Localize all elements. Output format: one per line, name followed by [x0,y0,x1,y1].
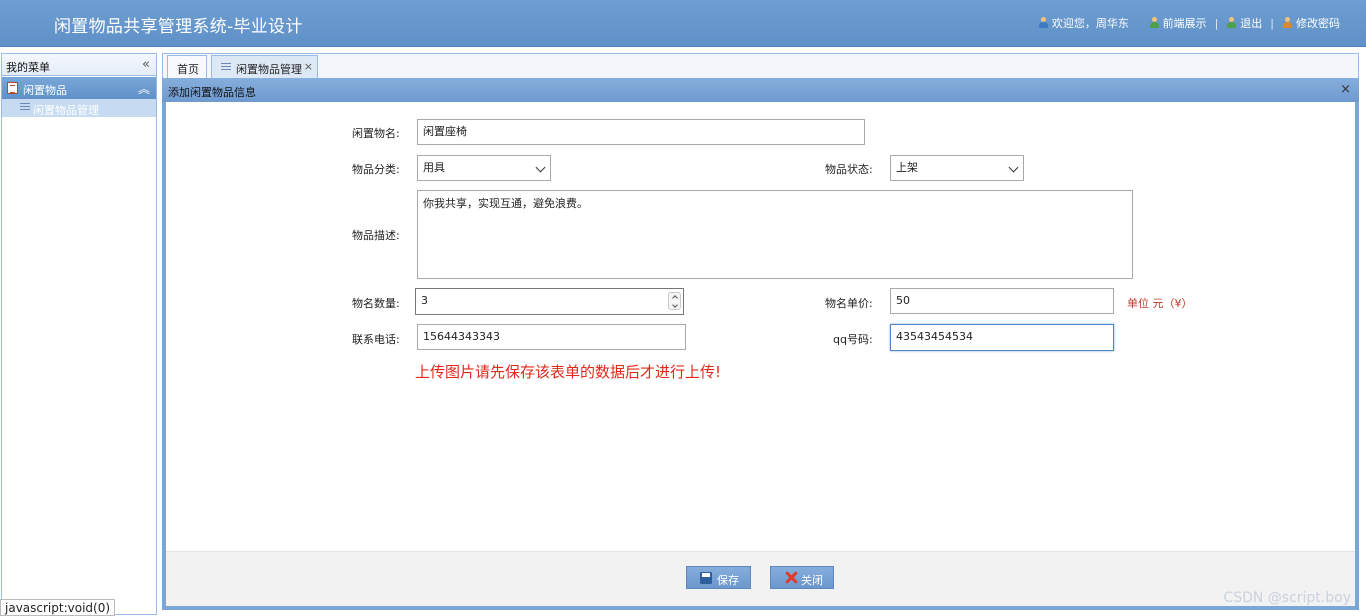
user-icon [1038,17,1049,29]
quantity-label: 物名数量: [352,297,400,310]
category-select[interactable]: 用具 [417,155,551,181]
sidebar-item-idle-items-management[interactable]: 闲置物品管理 [2,99,156,117]
name-input[interactable]: 闲置座椅 [417,119,865,145]
tab-label: 闲置物品管理 [236,63,302,76]
qq-label: qq号码: [833,333,873,346]
sidebar-group-label: 闲置物品 [23,84,67,97]
welcome-link[interactable]: 欢迎您，周华东 [1038,15,1129,31]
list-icon [221,63,231,72]
status-value: 上架 [896,161,918,174]
close-icon[interactable]: × [304,60,313,73]
separator: | [1270,16,1274,30]
sidebar-group-idle-items[interactable]: 闲置物品 ︽ [2,77,156,99]
close-icon [784,570,798,584]
qq-input[interactable]: 43543454534 [890,324,1114,351]
document-icon [7,82,18,94]
logout-icon [1226,17,1237,29]
sidebar-title: 我的菜单 [6,61,50,74]
tab-bar: 首页 闲置物品管理 × [162,53,1359,79]
status-label: 物品状态: [825,163,873,176]
phone-input[interactable]: 15644343343 [417,324,686,350]
phone-label: 联系电话: [352,333,400,346]
tab-idle-items-management[interactable]: 闲置物品管理 × [211,55,318,79]
panel-header: 添加闲置物品信息 × [162,78,1359,102]
watermark: CSDN @script.boy [1223,590,1351,606]
chevron-up-icon[interactable]: ︽ [138,80,150,97]
logout-text: 退出 [1240,17,1263,30]
close-button-label: 关闭 [801,574,823,587]
quantity-value: 3 [421,294,428,307]
sidebar-item-label: 闲置物品管理 [33,104,99,117]
change-password-text: 修改密码 [1296,17,1340,30]
save-button-label: 保存 [717,574,739,587]
save-icon [700,572,712,584]
name-label: 闲置物名: [352,127,400,140]
content-frame: 添加闲置物品信息 × 闲置物名: 闲置座椅 物品分类: 用具 物品状态: 上架 … [162,78,1359,610]
category-value: 用具 [423,161,445,174]
price-input[interactable]: 50 [890,288,1114,314]
close-button[interactable]: 关闭 [770,566,834,589]
status-select[interactable]: 上架 [890,155,1024,181]
form-footer: 保存 关闭 [166,551,1355,606]
price-unit: 单位 元（¥） [1127,297,1193,310]
quantity-stepper[interactable]: 3 [415,288,684,315]
spinner-icon[interactable] [668,292,681,310]
app-header: 闲置物品共享管理系统-毕业设计 欢迎您，周华东 | 前端展示 | 退出 | 修改… [0,0,1366,47]
app-title: 闲置物品共享管理系统-毕业设计 [54,17,303,37]
welcome-text: 欢迎您，周华东 [1051,17,1129,30]
category-label: 物品分类: [352,163,400,176]
save-button[interactable]: 保存 [686,566,751,589]
chevron-down-icon [535,162,546,173]
separator: | [1214,16,1219,30]
user-icon [1149,17,1160,29]
key-user-icon [1282,17,1293,29]
change-password-link[interactable]: 修改密码 [1282,15,1340,31]
description-label: 物品描述: [352,229,400,242]
sidebar: 我的菜单 « 闲置物品 ︽ 闲置物品管理 [1,53,157,615]
tab-label: 首页 [177,63,199,76]
close-icon[interactable]: × [1340,82,1351,97]
sidebar-header: 我的菜单 « [2,54,156,76]
panel-title: 添加闲置物品信息 [168,86,256,99]
collapse-icon[interactable]: « [142,57,150,72]
logout-link[interactable]: 退出 [1226,15,1262,31]
tab-home[interactable]: 首页 [167,55,207,79]
list-icon [20,103,30,112]
frontend-text: 前端展示 [1162,17,1207,30]
price-label: 物名单价: [825,297,873,310]
description-textarea[interactable]: 你我共享，实现互通，避免浪费。 [417,190,1133,279]
chevron-down-icon [1008,162,1019,173]
header-links: 欢迎您，周华东 | 前端展示 | 退出 | 修改密码 [1038,15,1340,31]
frontend-link[interactable]: 前端展示 [1149,15,1207,31]
upload-notice: 上传图片请先保存该表单的数据后才进行上传! [415,363,722,381]
add-item-form: 闲置物名: 闲置座椅 物品分类: 用具 物品状态: 上架 物品描述: 你我共享，… [166,102,1355,551]
status-bar: javascript:void(0) [0,599,116,616]
